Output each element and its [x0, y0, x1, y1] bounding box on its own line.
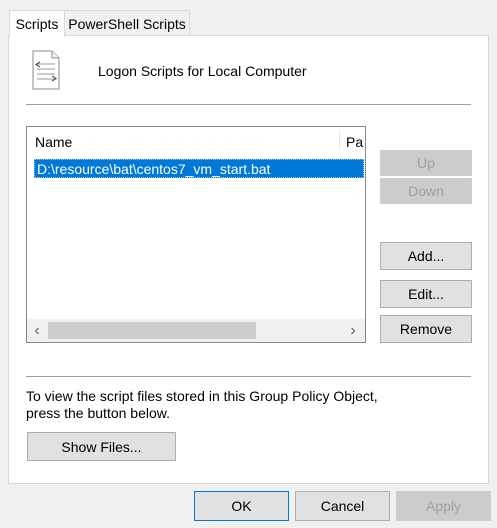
column-header-name[interactable]: Name [27, 127, 339, 152]
list-header: Name Pa [27, 127, 365, 152]
tab-powershell-scripts-label: PowerShell Scripts [68, 15, 186, 32]
show-files-button-label: Show Files... [61, 438, 142, 455]
remove-button-label: Remove [399, 321, 453, 337]
scripts-list[interactable]: Name Pa D:\resource\bat\centos7_vm_start… [26, 126, 366, 343]
table-row[interactable]: D:\resource\bat\centos7_vm_start.bat [34, 159, 364, 178]
edit-button-label: Edit... [408, 286, 444, 302]
ok-button-label: OK [231, 498, 252, 514]
apply-button-label: Apply [425, 498, 462, 514]
remove-button[interactable]: Remove [380, 315, 472, 343]
down-button-label: Down [408, 183, 444, 199]
apply-button[interactable]: Apply [396, 491, 491, 521]
column-header-parameters-label: Pa [346, 134, 364, 150]
chevron-right-icon: › [350, 321, 356, 339]
script-file-icon [31, 50, 61, 90]
ok-button[interactable]: OK [194, 491, 289, 521]
horizontal-scrollbar[interactable]: ‹ › [27, 319, 365, 342]
cancel-button-label: Cancel [320, 498, 365, 514]
up-button[interactable]: Up [380, 150, 472, 176]
row-name-cell: D:\resource\bat\centos7_vm_start.bat [37, 161, 271, 177]
add-button[interactable]: Add... [380, 242, 472, 270]
edit-button[interactable]: Edit... [380, 280, 472, 308]
chevron-left-icon: ‹ [34, 321, 40, 339]
up-button-label: Up [417, 155, 435, 171]
column-header-parameters[interactable]: Pa [340, 127, 365, 152]
page-title: Logon Scripts for Local Computer [98, 63, 307, 79]
tab-powershell-scripts[interactable]: PowerShell Scripts [64, 10, 190, 36]
tab-scripts[interactable]: Scripts [9, 10, 65, 37]
info-divider [26, 376, 471, 377]
scrollbar-thumb[interactable] [48, 322, 256, 339]
scroll-right-arrow[interactable]: › [343, 319, 363, 342]
add-button-label: Add... [407, 248, 445, 264]
scroll-left-arrow[interactable]: ‹ [27, 319, 47, 342]
show-files-button[interactable]: Show Files... [27, 432, 176, 461]
header-divider [26, 104, 471, 105]
column-header-name-label: Name [35, 134, 73, 150]
cancel-button[interactable]: Cancel [295, 491, 390, 521]
info-text: To view the script files stored in this … [26, 388, 378, 421]
tab-scripts-label: Scripts [15, 16, 59, 32]
down-button[interactable]: Down [380, 178, 472, 204]
